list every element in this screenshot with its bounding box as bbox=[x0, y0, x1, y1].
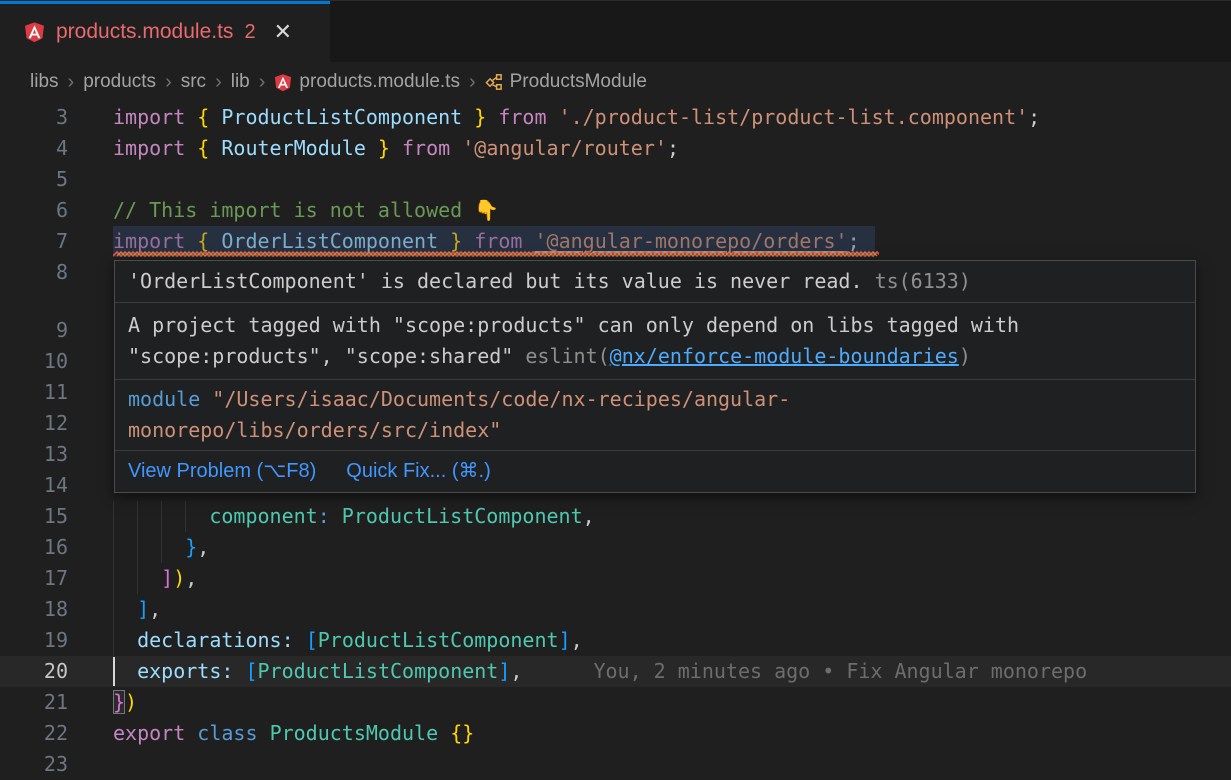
breadcrumb-separator: › bbox=[165, 71, 172, 94]
hover-status-bar: View Problem (⌥F8) Quick Fix... (⌘.) bbox=[115, 450, 1195, 492]
line-number-3[interactable]: 3 bbox=[0, 102, 68, 133]
module-keyword: module bbox=[128, 387, 200, 411]
eslint-source-prefix: eslint( bbox=[525, 344, 609, 368]
line-number-16[interactable]: 16 bbox=[0, 532, 68, 563]
line-number-20[interactable]: 20 bbox=[0, 656, 68, 687]
code-line-4[interactable]: 4import { RouterModule } from '@angular/… bbox=[0, 133, 1231, 164]
code-line-15[interactable]: 15 component: ProductListComponent, bbox=[0, 501, 1231, 532]
hover-module-info: module "/Users/isaac/Documents/code/nx-r… bbox=[115, 379, 1195, 450]
module-path-line2: monorepo/libs/orders/src/index" bbox=[128, 418, 501, 442]
code-line-19[interactable]: 19 declarations: [ProductListComponent], bbox=[0, 625, 1231, 656]
line-number-6[interactable]: 6 bbox=[0, 195, 68, 226]
code-line-6[interactable]: 6// This import is not allowed 👇 bbox=[0, 195, 1231, 226]
hover-diagnostic-ts: 'OrderListComponent' is declared but its… bbox=[115, 261, 1195, 302]
module-path-line1: "/Users/isaac/Documents/code/nx-recipes/… bbox=[212, 387, 790, 411]
line-number-13[interactable]: 13 bbox=[0, 439, 68, 470]
code-line-22[interactable]: 22export class ProductsModule {} bbox=[0, 718, 1231, 749]
git-blame-annotation: You, 2 minutes ago • Fix Angular monorep… bbox=[593, 659, 1087, 683]
eslint-rule-link[interactable]: @nx/enforce-module-boundaries bbox=[610, 344, 959, 368]
line-number-15[interactable]: 15 bbox=[0, 501, 68, 532]
eslint-source-suffix: ) bbox=[959, 344, 971, 368]
code-line-18[interactable]: 18 ], bbox=[0, 594, 1231, 625]
tab-products-module[interactable]: products.module.ts 2 ✕ bbox=[0, 1, 330, 63]
close-icon[interactable]: ✕ bbox=[274, 21, 292, 43]
problem-hover-popup: 'OrderListComponent' is declared but its… bbox=[114, 260, 1196, 493]
tab-title: products.module.ts bbox=[56, 20, 233, 44]
class-symbol-icon bbox=[485, 73, 503, 91]
angular-icon bbox=[24, 21, 45, 43]
breadcrumb-item-products-module-ts[interactable]: products.module.ts bbox=[274, 71, 460, 93]
line-number-19[interactable]: 19 bbox=[0, 625, 68, 656]
code-line-20[interactable]: 20 exports: [ProductListComponent],You, … bbox=[0, 656, 1231, 687]
quick-fix-link[interactable]: Quick Fix... (⌘.) bbox=[346, 456, 490, 487]
breadcrumb-item-productsmodule[interactable]: ProductsModule bbox=[485, 71, 647, 93]
line-number-8[interactable]: 8 bbox=[0, 257, 68, 315]
line-number-4[interactable]: 4 bbox=[0, 133, 68, 164]
eslint-message-line2: "scope:products", "scope:shared" bbox=[128, 344, 513, 368]
diagnostic-code-ts: ts(6133) bbox=[875, 269, 971, 293]
code-line-17[interactable]: 17 ]), bbox=[0, 563, 1231, 594]
line-number-17[interactable]: 17 bbox=[0, 563, 68, 594]
vscode-window: products.module.ts 2 ✕ libs › products › src… bbox=[0, 0, 1231, 780]
line-number-7[interactable]: 7 bbox=[0, 226, 68, 257]
breadcrumb-item-products[interactable]: products bbox=[83, 71, 156, 93]
eslint-message-line1: A project tagged with "scope:products" c… bbox=[128, 310, 1182, 341]
breadcrumb: libs › products › src › lib › products.module.ts… bbox=[0, 62, 1231, 102]
code-line-16[interactable]: 16 }, bbox=[0, 532, 1231, 563]
line-number-10[interactable]: 10 bbox=[0, 346, 68, 377]
angular-icon bbox=[274, 73, 292, 92]
line-number-22[interactable]: 22 bbox=[0, 718, 68, 749]
breadcrumb-separator: › bbox=[259, 71, 266, 94]
line-number-12[interactable]: 12 bbox=[0, 408, 68, 439]
line-number-11[interactable]: 11 bbox=[0, 377, 68, 408]
view-problem-link[interactable]: View Problem (⌥F8) bbox=[128, 456, 316, 487]
error-squiggle-icon bbox=[113, 250, 879, 258]
line-number-5[interactable]: 5 bbox=[0, 164, 68, 195]
line-number-14[interactable]: 14 bbox=[0, 470, 68, 501]
breadcrumb-item-src[interactable]: src bbox=[181, 71, 206, 93]
code-line-5[interactable]: 5 bbox=[0, 164, 1231, 195]
code-line-7[interactable]: 7import { OrderListComponent } from '@an… bbox=[0, 226, 1231, 257]
line-number-9[interactable]: 9 bbox=[0, 315, 68, 346]
line-number-21[interactable]: 21 bbox=[0, 687, 68, 718]
hover-diagnostic-eslint: A project tagged with "scope:products" c… bbox=[115, 302, 1195, 379]
breadcrumb-item-libs[interactable]: libs bbox=[30, 71, 59, 93]
breadcrumb-separator: › bbox=[215, 71, 222, 94]
code-line-23[interactable]: 23 bbox=[0, 749, 1231, 780]
breadcrumb-separator: › bbox=[68, 71, 75, 94]
text-cursor bbox=[113, 657, 115, 686]
active-tab-indicator bbox=[0, 1, 330, 4]
breadcrumb-item-lib[interactable]: lib bbox=[231, 71, 250, 93]
line-number-23[interactable]: 23 bbox=[0, 749, 68, 780]
code-line-21[interactable]: 21}) bbox=[0, 687, 1231, 718]
line-number-18[interactable]: 18 bbox=[0, 594, 68, 625]
breadcrumb-separator: › bbox=[469, 71, 476, 94]
code-line-3[interactable]: 3import { ProductListComponent } from '.… bbox=[0, 102, 1231, 133]
tab-problem-count: 2 bbox=[244, 21, 255, 44]
tab-bar: products.module.ts 2 ✕ bbox=[0, 0, 1231, 62]
diagnostic-message-ts: 'OrderListComponent' is declared but its… bbox=[128, 269, 863, 293]
